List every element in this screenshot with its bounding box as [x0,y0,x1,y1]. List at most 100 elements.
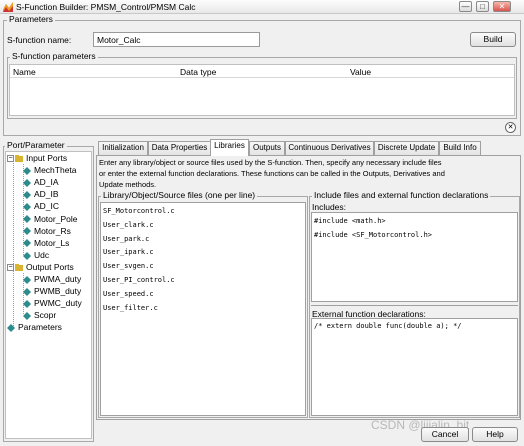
tree-item-group[interactable]: − Output Ports [7,262,74,272]
port-diamond-icon [23,312,31,321]
tree-item-port[interactable]: AD_IB [17,189,59,199]
table-header: Name Data type Value [10,65,514,78]
tree-item-label: AD_IA [34,177,59,188]
tab-initialization-label: Initialization [102,143,144,152]
tab-discrete-update-label: Discrete Update [377,143,436,152]
folder-icon [15,263,23,271]
close-button[interactable]: ✕ [493,1,511,12]
tree-item-port[interactable]: MechTheta [17,165,77,175]
column-value-header[interactable]: Value [350,67,371,77]
port-diamond-icon [23,166,31,175]
minimize-icon: — [461,2,470,11]
source-file-line: User_filter.c [103,303,158,312]
sfunction-parameters-label: S-function parameters [10,51,98,61]
tree-item-port[interactable]: PWMC_duty [17,298,82,308]
tab-build-info[interactable]: Build Info [439,141,481,155]
includes-editor[interactable]: #include <math.h> #include <SF_Motorcontr… [311,212,518,302]
tree-item-label: Motor_Ls [34,237,70,248]
restore-button[interactable]: □ [476,1,489,12]
tab-build-info-label: Build Info [443,143,477,152]
port-diamond-icon [23,227,31,236]
tree-item-label: AD_IB [34,189,59,200]
parameters-group-label: Parameters [7,14,55,24]
tree-item-label: PWMB_duty [34,286,82,297]
tree-item-port[interactable]: Motor_Rs [17,226,71,236]
build-button-label: Build [483,34,503,44]
port-diamond-icon [23,203,31,212]
tab-data-properties[interactable]: Data Properties [148,141,211,155]
port-diamond-icon [23,251,31,260]
remove-parameter-button[interactable]: ✕ [505,122,516,133]
tab-discrete-update[interactable]: Discrete Update [374,141,439,155]
source-file-line: SF_Motorcontrol.c [103,207,175,215]
includes-list: #include <math.h> #include <SF_Motorcontr… [314,215,432,242]
remove-icon: ✕ [507,124,514,131]
source-file-line: User_speed.c [103,289,154,298]
tree-item-label: Parameters [18,322,62,333]
tree-item-port[interactable]: AD_IA [17,177,59,187]
source-file-line: User_svgen.c [103,262,154,271]
column-name-header[interactable]: Name [13,67,36,77]
help-button-label: Help [486,429,504,439]
source-file-line: User_ipark.c [103,248,154,257]
description-line-2: or enter the external function declarati… [99,169,445,178]
tree-item-label: AD_IC [34,201,60,212]
tree-item-port[interactable]: PWMB_duty [17,286,81,296]
tree-item-group[interactable]: − Input Ports [7,153,67,163]
close-icon: ✕ [498,2,506,11]
tree-item-port[interactable]: Motor_Pole [17,214,77,224]
port-parameter-label: Port/Parameter [5,140,67,150]
include-files-label: Include files and external function decl… [312,190,491,200]
column-datatype-header[interactable]: Data type [180,67,216,77]
collapse-toggle-icon[interactable]: − [7,264,14,272]
source-files-list: SF_Motorcontrol.c User_clark.c User_park.c… [103,205,175,315]
includes-label: Includes: [312,202,347,212]
sfunction-name-input[interactable]: Motor_Calc [93,32,260,47]
tree-item-label: Output Ports [26,261,74,272]
title-bar: S-Function Builder: PMSM_Control/PMSM Ca… [0,0,524,14]
tree-item-group[interactable]: Parameters [7,322,62,332]
sfunction-parameters-table[interactable]: Name Data type Value [9,64,515,116]
tab-libraries[interactable]: Libraries [210,139,249,156]
port-diamond-icon [23,215,31,224]
tree-item-port[interactable]: Motor_Ls [17,238,69,248]
description-line-3: Update methods. [99,180,157,189]
source-file-line: User_PI_control.c [103,275,175,284]
port-diamond-icon [23,299,31,308]
external-declarations-editor[interactable]: /* extern double func(double a); */ [311,318,518,416]
port-diamond-icon [23,275,31,284]
help-button[interactable]: Help [472,427,518,442]
tab-continuous-derivatives[interactable]: Continuous Derivatives [285,141,374,155]
tree-item-label: Motor_Rs [34,225,71,236]
tree-item-port[interactable]: Udc [17,250,49,260]
tree-item-port[interactable]: AD_IC [17,201,59,211]
tab-data-properties-label: Data Properties [151,143,208,152]
cancel-button-label: Cancel [431,429,459,439]
tree-item-port[interactable]: PWMA_duty [17,274,81,284]
tree-item-label: MechTheta [34,165,77,176]
minimize-button[interactable]: — [459,1,472,12]
editor-divider[interactable] [311,305,518,306]
port-diamond-icon [23,191,31,200]
simulink-app-icon [3,2,13,12]
tab-continuous-derivatives-label: Continuous Derivatives [288,143,371,152]
tree-item-label: Scopr [34,310,57,321]
folder-icon [15,154,23,162]
tab-outputs-label: Outputs [252,143,281,152]
build-button[interactable]: Build [470,32,516,47]
source-files-editor[interactable]: SF_Motorcontrol.c User_clark.c User_park.c… [100,202,306,416]
sfunction-name-value: Motor_Calc [97,35,141,45]
cancel-button[interactable]: Cancel [421,427,469,442]
collapse-toggle-icon[interactable]: − [7,155,14,163]
tab-initialization[interactable]: Initialization [98,141,148,155]
restore-icon: □ [480,2,485,11]
libraries-description: Enter any library/object or source files… [99,157,519,190]
source-files-label: Library/Object/Source files (one per lin… [101,190,258,200]
port-diamond-icon [23,287,31,296]
tab-outputs[interactable]: Outputs [249,141,285,155]
port-parameter-tree: − Input Ports MechTheta AD_IA AD_IB AD_IC Moto… [5,151,92,439]
tree-item-label: Motor_Pole [34,213,78,224]
source-file-line: User_clark.c [103,220,154,229]
tree-item-port[interactable]: Scopr [17,310,56,320]
window-title: S-Function Builder: PMSM_Control/PMSM Ca… [16,2,196,12]
